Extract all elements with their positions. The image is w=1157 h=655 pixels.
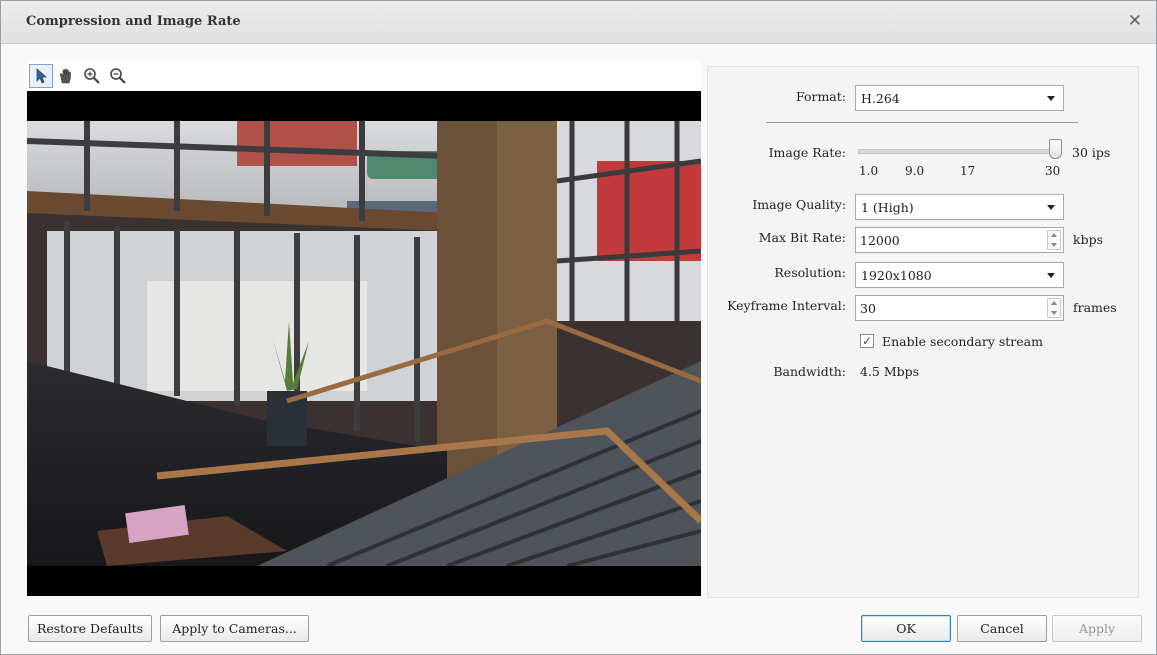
chevron-down-icon	[1047, 96, 1055, 101]
arrow-down-icon	[1051, 243, 1057, 247]
dialog-title: Compression and Image Rate	[26, 14, 241, 29]
apply-to-cameras-button[interactable]: Apply to Cameras...	[160, 615, 309, 642]
keyframe-interval-unit: frames	[1073, 300, 1117, 315]
resolution-select[interactable]: 1920x1080	[855, 262, 1064, 288]
image-rate-tick: 1.0	[859, 164, 879, 178]
divider	[766, 122, 1078, 123]
chevron-down-icon	[1047, 205, 1055, 210]
image-rate-label: Image Rate:	[768, 145, 846, 160]
hand-pan-icon[interactable]	[54, 64, 78, 88]
image-rate-tick: 17	[960, 164, 976, 178]
image-rate-tick: 9.0	[905, 164, 925, 178]
keyframe-interval-label: Keyframe Interval:	[727, 298, 846, 313]
ok-button[interactable]: OK	[861, 615, 951, 642]
arrow-down-icon	[1051, 311, 1057, 315]
image-quality-label: Image Quality:	[752, 197, 846, 212]
arrow-up-icon	[1051, 233, 1057, 237]
max-bit-rate-unit: kbps	[1073, 232, 1103, 247]
max-bit-rate-stepper[interactable]	[1047, 230, 1061, 250]
keyframe-interval-input[interactable]: 30	[855, 295, 1064, 321]
apply-button[interactable]: Apply	[1052, 615, 1142, 642]
camera-image	[27, 121, 701, 566]
close-icon[interactable]: ✕	[1128, 11, 1142, 31]
image-rate-tick: 30	[1045, 164, 1061, 178]
max-bit-rate-label: Max Bit Rate:	[758, 230, 846, 245]
keyframe-interval-stepper[interactable]	[1047, 298, 1061, 318]
format-label: Format:	[795, 89, 846, 104]
compression-dialog: Compression and Image Rate ✕ Format: H.2…	[0, 0, 1157, 655]
resolution-value: 1920x1080	[861, 268, 932, 283]
format-value: H.264	[861, 91, 900, 106]
image-quality-select[interactable]: 1 (High)	[855, 194, 1064, 220]
checkmark-icon: ✓	[861, 334, 873, 348]
dialog-content: Format: H.264 Image Rate: 30 ips 1.0 9.0…	[1, 44, 1156, 654]
image-rate-slider-thumb[interactable]	[1049, 139, 1062, 159]
bandwidth-label: Bandwidth:	[773, 364, 846, 379]
max-bit-rate-value: 12000	[860, 233, 900, 248]
image-rate-value: 30 ips	[1072, 145, 1111, 160]
title-bar: Compression and Image Rate ✕	[1, 1, 1156, 44]
chevron-down-icon	[1047, 273, 1055, 278]
max-bit-rate-input[interactable]: 12000	[855, 227, 1064, 253]
settings-panel: Format: H.264 Image Rate: 30 ips 1.0 9.0…	[707, 66, 1139, 598]
restore-defaults-button[interactable]: Restore Defaults	[28, 615, 152, 642]
format-select[interactable]: H.264	[855, 85, 1064, 111]
secondary-stream-checkbox[interactable]: ✓	[860, 334, 874, 348]
camera-preview[interactable]	[27, 91, 701, 596]
image-quality-value: 1 (High)	[861, 200, 914, 215]
secondary-stream-label[interactable]: Enable secondary stream	[882, 334, 1043, 349]
image-rate-slider-track[interactable]	[858, 149, 1060, 154]
preview-toolbar	[27, 61, 701, 91]
pointer-icon[interactable]	[29, 64, 53, 88]
zoom-out-icon[interactable]	[106, 64, 130, 88]
keyframe-interval-value: 30	[860, 301, 876, 316]
arrow-up-icon	[1051, 301, 1057, 305]
resolution-label: Resolution:	[774, 265, 846, 280]
zoom-in-icon[interactable]	[80, 64, 104, 88]
cancel-button[interactable]: Cancel	[957, 615, 1047, 642]
bandwidth-value: 4.5 Mbps	[860, 364, 920, 379]
